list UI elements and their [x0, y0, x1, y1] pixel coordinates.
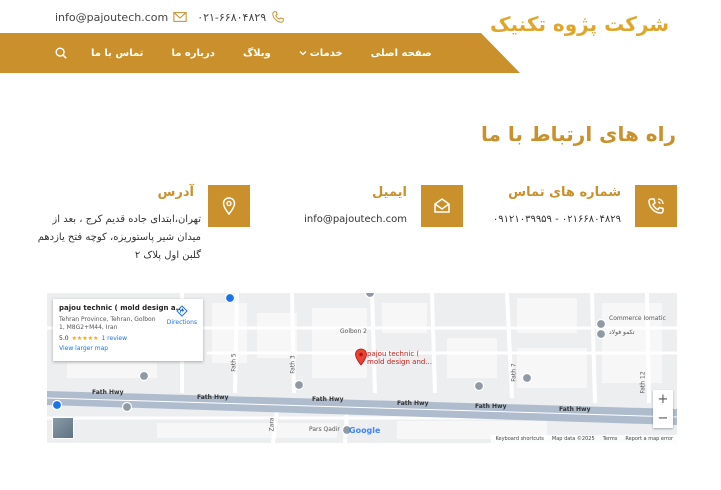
map-footer: Keyboard shortcuts Map data ©2025 Terms … — [491, 435, 677, 443]
zoom-in-button[interactable]: + — [653, 390, 673, 409]
map-reviews-link[interactable]: 1 review — [101, 335, 127, 342]
map-pin-label-line2: mold design and... — [367, 358, 433, 366]
terms-link[interactable]: Terms — [603, 436, 618, 442]
search-icon[interactable] — [54, 46, 68, 60]
brand-name[interactable]: شرکت پژوه تکنیک — [490, 12, 669, 36]
map-data-text: Map data ©2025 — [551, 436, 595, 442]
place-label-commerce: Commerce Iomatic — [609, 315, 666, 322]
address-line-1: تهران،ابتدای جاده قدیم کرج ، بعد از — [52, 214, 201, 225]
place-label-pars-qadir: Pars Qadir — [309, 426, 340, 433]
email-card: ایمیل info@pajoutech.com — [304, 185, 463, 227]
nav-menu: تماس با ما درباره ما وبلاگ خدمات صفحه اص… — [54, 33, 460, 73]
phone-icon — [272, 11, 284, 23]
email-card-title: ایمیل — [372, 185, 407, 200]
top-contact-bar: info@pajoutech.com ۰۲۱-۶۶۸۰۴۸۲۹ — [55, 10, 285, 24]
phone-icon-box — [635, 185, 677, 227]
directions-button[interactable]: Directions — [167, 305, 197, 326]
hwy-label-3: Fath Hwy — [312, 396, 344, 403]
phone-card-value[interactable]: ۰۲۱۶۶۸۰۴۸۲۹ - ۰۹۱۲۱۰۳۹۹۵۹ — [493, 211, 621, 229]
hwy-label-4: Fath Hwy — [397, 400, 429, 407]
street-label-fath12: Fath 12 — [639, 371, 647, 394]
street-label-zara: Zara — [268, 417, 276, 432]
nav-services-label: خدمات — [309, 47, 343, 59]
page-title: راه های ارتباط با ما — [481, 122, 676, 146]
nav-contact[interactable]: تماس با ما — [91, 48, 143, 59]
keyboard-shortcuts-link[interactable]: Keyboard shortcuts — [495, 436, 543, 442]
envelope-icon — [173, 12, 187, 22]
address-line-2: میدان شیر پاستوریزه، کوچه فتح یازدهم — [37, 232, 201, 243]
map-zoom-control: + − — [653, 390, 673, 428]
address-line-3: گلبن اول پلاک ۲ — [134, 250, 201, 261]
nav-home[interactable]: صفحه اصلی — [371, 48, 432, 59]
map-info-box: pajou technic ( mold design a... Tehran … — [53, 299, 203, 361]
nav-services[interactable]: خدمات — [299, 48, 343, 59]
top-email[interactable]: info@pajoutech.com — [55, 10, 187, 24]
email-icon-box — [421, 185, 463, 227]
zoom-out-button[interactable]: − — [653, 409, 673, 428]
phone-card-title: شماره های تماس — [508, 185, 621, 200]
street-label-fath7: Fath 7 — [510, 363, 518, 382]
top-phone-text: ۰۲۱-۶۶۸۰۴۸۲۹ — [197, 10, 267, 24]
report-error-link[interactable]: Report a map error — [625, 436, 673, 442]
map-rating: 5.0 ★★★★★ 1 review — [59, 335, 197, 342]
chevron-down-icon — [299, 51, 307, 56]
street-label-fath3: Fath 3 — [289, 355, 297, 374]
phone-card: شماره های تماس ۰۲۱۶۶۸۰۴۸۲۹ - ۰۹۱۲۱۰۳۹۹۵۹ — [493, 185, 677, 229]
page: info@pajoutech.com ۰۲۱-۶۶۸۰۴۸۲۹ شرکت پژو… — [0, 0, 721, 490]
address-card-value: تهران،ابتدای جاده قدیم کرج ، بعد از میدا… — [37, 211, 201, 265]
view-larger-map-link[interactable]: View larger map — [59, 345, 197, 352]
satellite-toggle[interactable] — [52, 417, 74, 439]
map-pin-icon — [222, 197, 236, 216]
hwy-label-1: Fath Hwy — [92, 389, 124, 396]
google-map[interactable]: Golbon 2 Fath 5 Fath 3 Fath 7 Fath 12 Co… — [47, 293, 677, 443]
hwy-label-2: Fath Hwy — [197, 394, 229, 401]
map-pin-label[interactable]: pajou technic ( mold design and... — [367, 350, 432, 366]
nav-about[interactable]: درباره ما — [171, 48, 215, 59]
address-card: آدرس تهران،ابتدای جاده قدیم کرج ، بعد از… — [38, 185, 250, 261]
hwy-label-6: Fath Hwy — [559, 406, 591, 413]
google-logo: Google — [349, 426, 381, 435]
top-email-text: info@pajoutech.com — [55, 10, 169, 24]
map-rating-value: 5.0 — [59, 335, 69, 342]
directions-icon — [176, 305, 188, 317]
phone-icon — [648, 198, 664, 214]
top-phone[interactable]: ۰۲۱-۶۶۸۰۴۸۲۹ — [197, 10, 285, 24]
address-card-title: آدرس — [157, 185, 194, 200]
directions-label: Directions — [166, 319, 197, 326]
email-card-value[interactable]: info@pajoutech.com — [304, 211, 407, 229]
street-label-fath5: Fath 5 — [230, 353, 238, 372]
street-label-golbon: Golbon 2 — [340, 328, 367, 335]
map-place-address: Tehran Province, Tehran, Golbon 1, M8G2+… — [59, 316, 156, 331]
star-icons: ★★★★★ — [71, 335, 99, 342]
place-label-takmo: تکمو فولاد — [609, 329, 635, 336]
envelope-open-icon — [434, 198, 450, 213]
map-pin-label-line1: pajou technic ( — [367, 350, 420, 358]
hwy-label-5: Fath Hwy — [475, 403, 507, 410]
address-icon-box — [208, 185, 250, 227]
nav-blog[interactable]: وبلاگ — [243, 48, 271, 59]
